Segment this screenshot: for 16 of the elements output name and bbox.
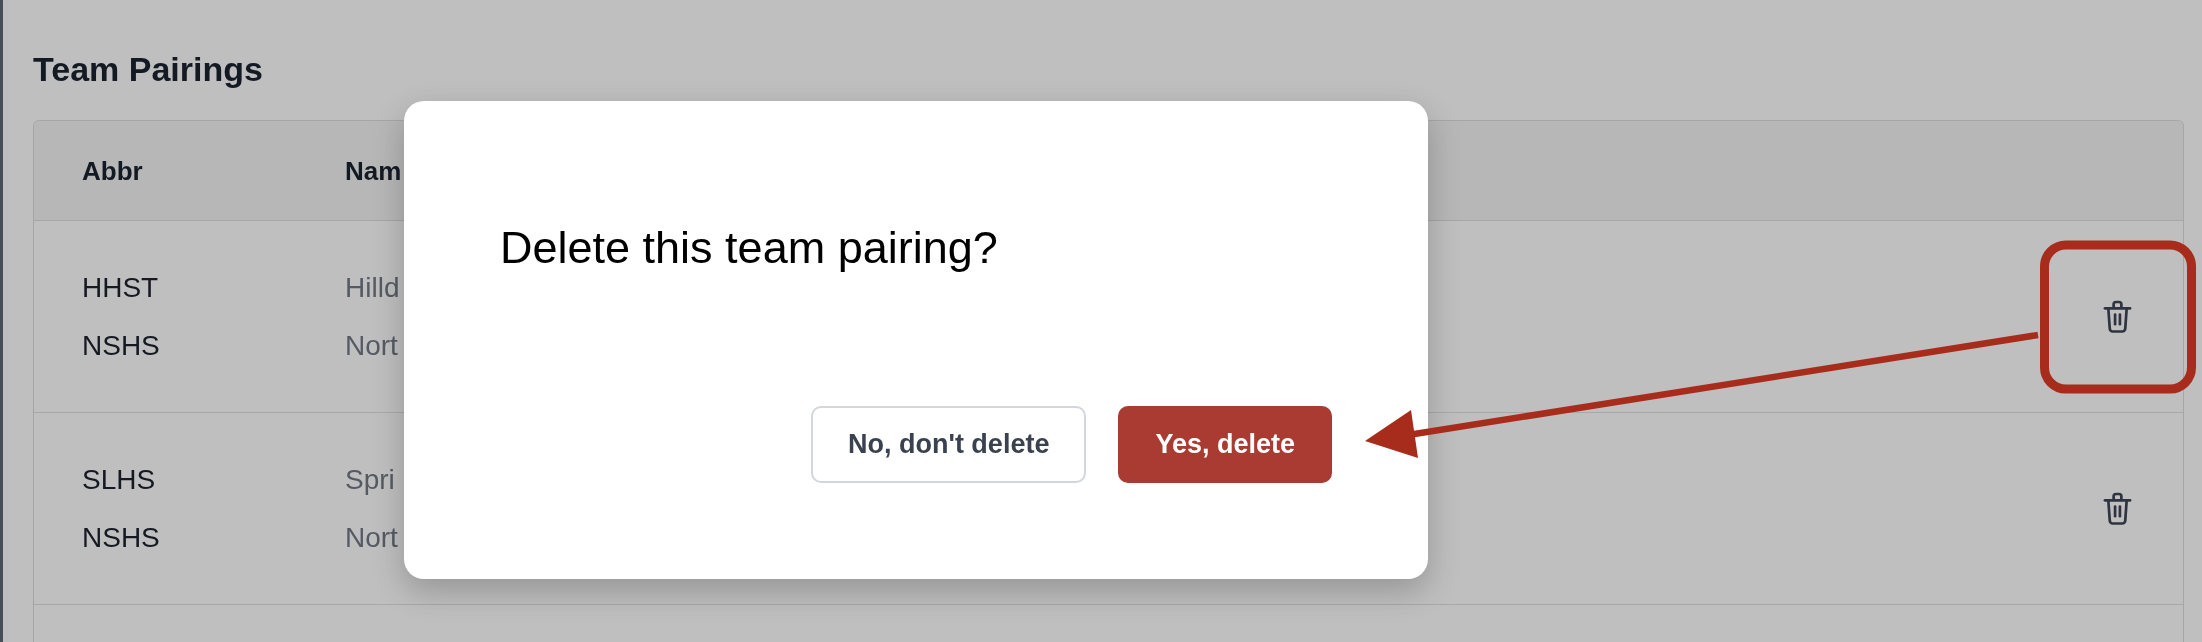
team-abbr: SLHS — [82, 463, 156, 497]
team-name: Nort — [345, 521, 398, 555]
trash-icon — [2103, 492, 2132, 526]
team-name: Spri — [345, 463, 395, 497]
team-abbr: NSHS — [82, 521, 160, 555]
team-name: Hilld — [345, 271, 400, 305]
cancel-button[interactable]: No, don't delete — [811, 406, 1087, 483]
team-abbr: NSHS — [82, 329, 160, 363]
column-header: Nam — [345, 154, 402, 188]
confirm-delete-button[interactable]: Yes, delete — [1118, 406, 1332, 483]
page-title: Team Pairings — [33, 49, 263, 90]
trash-icon — [2103, 300, 2132, 334]
team-name: Nort — [345, 329, 398, 363]
dialog-title: Delete this team pairing? — [500, 221, 998, 275]
column-header: Abbr — [82, 154, 143, 188]
team-abbr: HHST — [82, 271, 159, 305]
